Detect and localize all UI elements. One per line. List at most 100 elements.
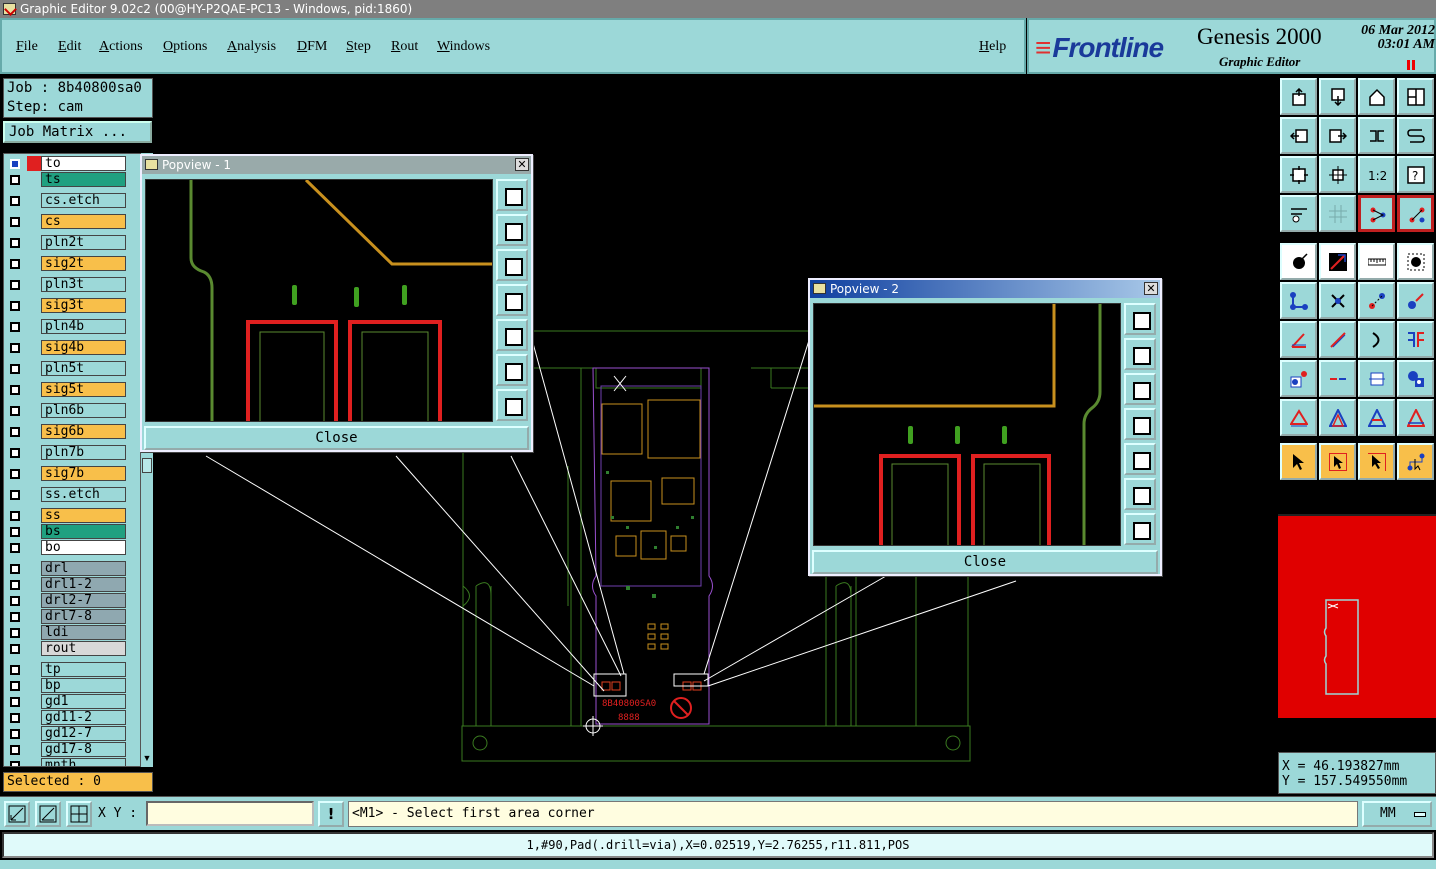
popview-1-pan-right-icon[interactable]: [496, 319, 528, 351]
layer-name[interactable]: bp: [41, 678, 126, 693]
layer-row-ss[interactable]: ss: [6, 508, 126, 523]
layer-checkbox[interactable]: [10, 628, 20, 638]
layer-checkbox[interactable]: [10, 596, 20, 606]
popview-2-view[interactable]: [813, 303, 1121, 558]
menu-options[interactable]: Options: [163, 39, 207, 55]
layer-row-ldi[interactable]: ldi: [6, 625, 126, 640]
layer-checkbox[interactable]: [10, 259, 20, 269]
layer-checkbox[interactable]: [10, 644, 20, 654]
break-line-icon[interactable]: [1319, 360, 1356, 397]
layer-row-sig7b[interactable]: sig7b: [6, 466, 126, 481]
popview-1-close-button[interactable]: Close: [144, 426, 529, 450]
popview-2-pan-right-icon[interactable]: [1124, 443, 1156, 475]
layer-name[interactable]: pln6b: [41, 403, 126, 418]
layer-checkbox[interactable]: [10, 580, 20, 590]
layer-checkbox[interactable]: [10, 527, 20, 537]
add-line-icon[interactable]: [1319, 243, 1356, 280]
layer-checkbox[interactable]: [10, 713, 20, 723]
line-edit-icon[interactable]: [1319, 321, 1356, 358]
job-matrix-button[interactable]: Job Matrix ...: [3, 121, 152, 143]
layer-checkbox[interactable]: [10, 364, 20, 374]
add-pad-icon[interactable]: [1397, 243, 1434, 280]
layer-row-bo[interactable]: bo: [6, 540, 126, 555]
pause-icon[interactable]: [1407, 60, 1415, 70]
layer-name[interactable]: tp: [41, 662, 126, 677]
popview-2-close-button[interactable]: Close: [812, 550, 1158, 574]
layer-row-gd12-7[interactable]: gd12-7: [6, 726, 126, 741]
layer-checkbox[interactable]: [10, 697, 20, 707]
layer-checkbox[interactable]: [10, 490, 20, 500]
popview-2-close-icon[interactable]: ✕: [1144, 282, 1158, 295]
triangle-shape-icon[interactable]: [1280, 399, 1317, 436]
units-select[interactable]: MM: [1362, 801, 1432, 827]
layer-name[interactable]: gd12-7: [41, 726, 126, 741]
layer-name[interactable]: drl: [41, 561, 126, 576]
popview-2-pan-up-icon[interactable]: [1124, 338, 1156, 370]
zoom-1-2-icon[interactable]: 1:2: [1358, 156, 1395, 193]
s-curve-icon[interactable]: [1397, 117, 1434, 154]
layer-checkbox[interactable]: [10, 612, 20, 622]
pad-transform-icon[interactable]: [1280, 360, 1317, 397]
layer-row-sig4b[interactable]: sig4b: [6, 340, 126, 355]
surface-icon[interactable]: [1358, 399, 1395, 436]
menu-edit[interactable]: Edit: [58, 39, 81, 55]
layer-name[interactable]: gd1: [41, 694, 126, 709]
menu-dfm[interactable]: DFM: [297, 39, 327, 55]
layer-name[interactable]: drl7-8: [41, 609, 126, 624]
layer-checkbox[interactable]: [10, 745, 20, 755]
pan-down-icon[interactable]: [1319, 78, 1356, 115]
zoom-center-icon[interactable]: [1319, 156, 1356, 193]
layer-name[interactable]: bs: [41, 524, 126, 539]
layer-row-gd17-8[interactable]: gd17-8: [6, 742, 126, 757]
layer-name[interactable]: drl2-7: [41, 593, 126, 608]
layer-row-pln4b[interactable]: pln4b: [6, 319, 126, 334]
layer-checkbox[interactable]: [10, 427, 20, 437]
layer-name[interactable]: sig5t: [41, 382, 126, 397]
resize-icon[interactable]: [1397, 282, 1434, 319]
layer-row-sig3t[interactable]: sig3t: [6, 298, 126, 313]
layer-name[interactable]: ldi: [41, 625, 126, 640]
dimension-icon[interactable]: [1358, 360, 1395, 397]
layer-row-sig2t[interactable]: sig2t: [6, 256, 126, 271]
layer-name[interactable]: pln7b: [41, 445, 126, 460]
contour-icon[interactable]: [1397, 360, 1434, 397]
popview-2-zoom-out-icon[interactable]: [1124, 513, 1156, 545]
surface-edit-icon[interactable]: [1397, 399, 1434, 436]
grid-snap-icon[interactable]: [66, 801, 92, 827]
popview-2-zoom-fit-icon[interactable]: [1124, 303, 1156, 335]
layer-name[interactable]: rout: [41, 641, 126, 656]
popview-1-zoom-fit-icon[interactable]: [496, 179, 528, 211]
popview-1-zoom-in-icon[interactable]: [496, 354, 528, 386]
scroll-thumb[interactable]: [142, 458, 152, 473]
pan-left-icon[interactable]: [1280, 117, 1317, 154]
layer-row-rout[interactable]: rout: [6, 641, 126, 656]
layer-name[interactable]: sig4b: [41, 340, 126, 355]
popview-1-close-icon[interactable]: ✕: [515, 158, 529, 171]
layer-row-pln5t[interactable]: pln5t: [6, 361, 126, 376]
home-up-icon[interactable]: [1280, 78, 1317, 115]
layer-name[interactable]: pln5t: [41, 361, 126, 376]
layer-checkbox[interactable]: [10, 217, 20, 227]
menu-help[interactable]: Help: [979, 39, 1006, 55]
layer-checkbox[interactable]: [10, 681, 20, 691]
copy-icon[interactable]: [1358, 282, 1395, 319]
layer-name[interactable]: sig2t: [41, 256, 126, 271]
layer-row-bs[interactable]: bs: [6, 524, 126, 539]
layer-row-pln7b[interactable]: pln7b: [6, 445, 126, 460]
snap-mode-icon[interactable]: [4, 801, 30, 827]
layer-row-mnth[interactable]: mnth: [6, 758, 126, 766]
layer-name[interactable]: sig3t: [41, 298, 126, 313]
layer-name[interactable]: pln4b: [41, 319, 126, 334]
add-feature-icon[interactable]: [1280, 243, 1317, 280]
menu-file[interactable]: File: [16, 39, 38, 55]
popview-2-pan-left-icon[interactable]: [1124, 408, 1156, 440]
layer-name[interactable]: gd11-2: [41, 710, 126, 725]
flip-icon[interactable]: [1397, 321, 1434, 358]
layer-row-to[interactable]: to: [6, 156, 126, 171]
popview-1-titlebar[interactable]: Popview - 1: [142, 156, 531, 174]
layer-checkbox[interactable]: [10, 761, 20, 766]
layer-checkbox[interactable]: [10, 238, 20, 248]
net-highlight-icon[interactable]: [1358, 195, 1395, 232]
move-icon[interactable]: [1280, 282, 1317, 319]
layer-checkbox[interactable]: [10, 729, 20, 739]
